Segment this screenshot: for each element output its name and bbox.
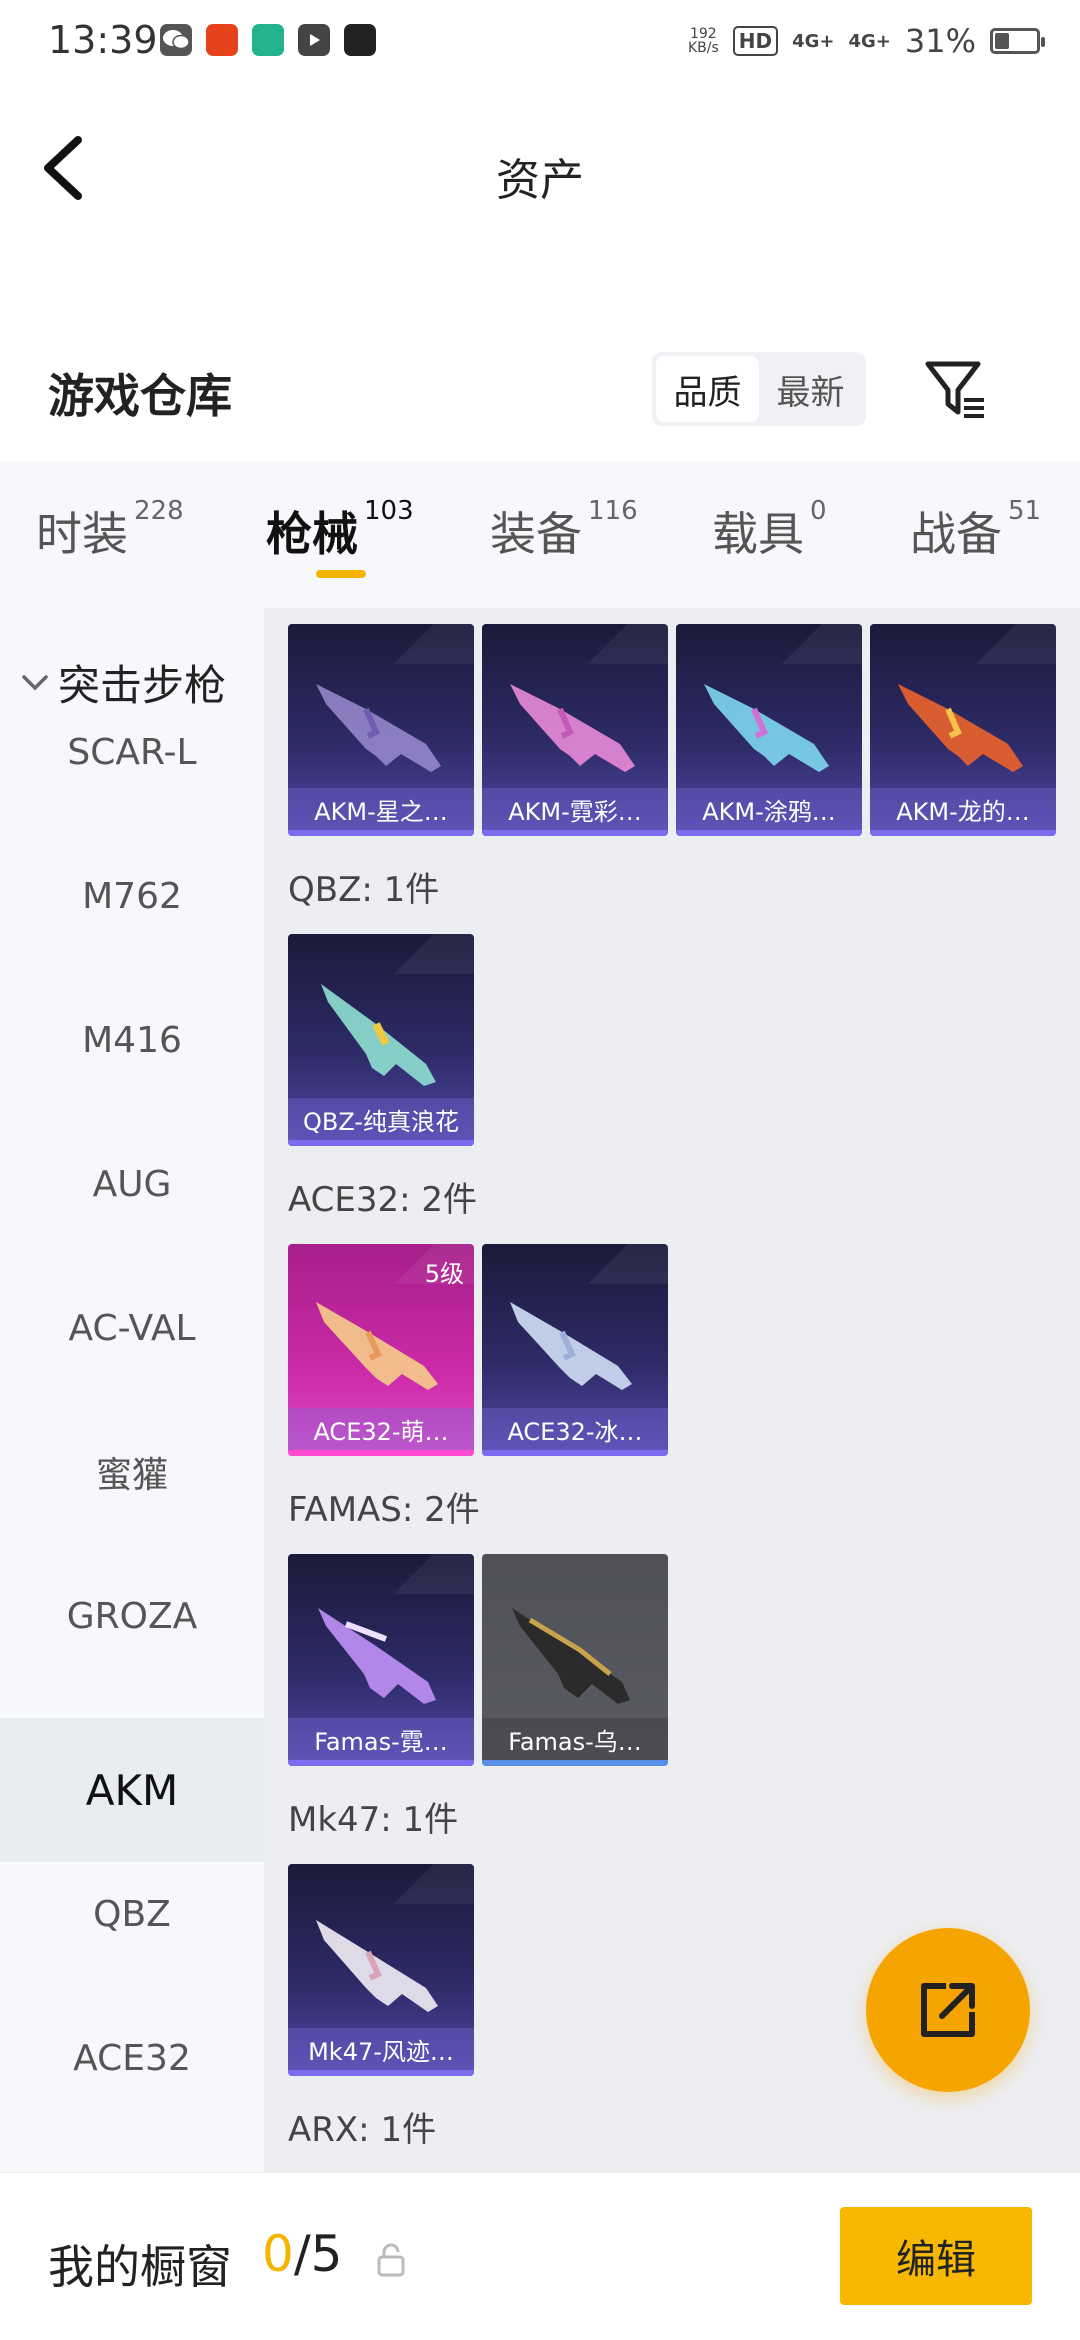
tab-equipment[interactable]: 装备 116 xyxy=(490,496,638,564)
tab-label: 载具 xyxy=(712,507,804,561)
tab-count: 0 xyxy=(810,496,827,526)
side-item-akm[interactable]: AKM xyxy=(0,1718,264,1862)
skin-card[interactable]: ACE32-冰… xyxy=(482,1244,668,1456)
tab-vehicles[interactable]: 载具 0 xyxy=(712,496,827,564)
tab-fashion[interactable]: 时装 228 xyxy=(36,496,184,564)
net-speed-value: 192 xyxy=(689,26,717,42)
tab-firearms[interactable]: 枪械 103 xyxy=(266,496,414,564)
filter-icon xyxy=(925,361,984,418)
rifle-icon xyxy=(318,1608,436,1704)
warehouse-title: 游戏仓库 xyxy=(48,369,232,423)
app-header: 资产 xyxy=(0,84,1080,244)
group-label: ARX: 1件 xyxy=(288,2110,437,2150)
boss-zhipin-icon xyxy=(252,24,284,56)
group-label: FAMAS: 2件 xyxy=(288,1490,480,1530)
skin-name: Famas-乌… xyxy=(482,1718,668,1760)
side-item-qbz[interactable]: QBZ xyxy=(0,1842,264,1986)
side-item-ac-val[interactable]: AC-VAL xyxy=(0,1256,264,1400)
sort-toggle: 品质 最新 xyxy=(652,352,866,426)
category-tabs: 时装 228 枪械 103 装备 116 载具 0 战备 51 xyxy=(0,462,1080,608)
battery-percent: 31% xyxy=(904,22,976,60)
status-app-icons xyxy=(160,24,376,56)
sort-option-newest[interactable]: 最新 xyxy=(759,356,862,422)
tab-count: 51 xyxy=(1008,496,1042,526)
skin-card[interactable]: Mk47-风迹… xyxy=(288,1864,474,2076)
showcase-label: 我的橱窗 xyxy=(48,2240,232,2294)
skin-name: QBZ-纯真浪花 xyxy=(288,1098,474,1140)
skin-name: ACE32-冰… xyxy=(482,1408,668,1450)
battery-icon xyxy=(990,28,1045,54)
tab-count: 103 xyxy=(364,496,414,526)
tab-label: 枪械 xyxy=(266,507,358,561)
status-indicators: 192 KB/s HD 4G+ 4G+ 31% xyxy=(688,22,1045,60)
skin-card[interactable]: AKM-龙的… xyxy=(870,624,1056,836)
rifle-icon xyxy=(321,984,436,1086)
rifle-icon xyxy=(316,1920,438,2012)
weapon-type-list: 突击步枪 SCAR-L M762 M416 AUG AC-VAL 蜜獾 GROZ… xyxy=(0,608,264,2172)
group-label: QBZ: 1件 xyxy=(288,870,440,910)
side-item-groza[interactable]: GROZA xyxy=(0,1544,264,1688)
tab-label: 战备 xyxy=(910,507,1002,561)
skin-card[interactable]: Famas-霓… xyxy=(288,1554,474,1766)
skin-name: AKM-涂鸦… xyxy=(676,788,862,830)
video-icon xyxy=(298,24,330,56)
showcase-total: /5 xyxy=(293,2225,343,2283)
skin-card[interactable]: AKM-涂鸦… xyxy=(676,624,862,836)
side-item-aug[interactable]: AUG xyxy=(0,1112,264,1256)
edit-button[interactable]: 编辑 xyxy=(840,2207,1032,2305)
rifle-icon xyxy=(898,684,1023,772)
rifle-icon xyxy=(704,684,829,772)
tab-battle-gear[interactable]: 战备 51 xyxy=(910,496,1042,564)
net-speed-unit: KB/s xyxy=(687,40,719,56)
showcase-current: 0 xyxy=(262,2225,294,2283)
side-item-m416[interactable]: M416 xyxy=(0,968,264,1112)
signal-icon: 4G+ xyxy=(792,30,835,52)
signal-icon-2: 4G+ xyxy=(848,30,891,52)
skin-name: AKM-霓彩… xyxy=(482,788,668,830)
page-title: 资产 xyxy=(496,155,584,206)
rifle-icon xyxy=(510,1302,632,1390)
showcase-bar: 我的橱窗 0/5 编辑 xyxy=(0,2172,1080,2340)
net-speed: 192 KB/s xyxy=(688,27,719,55)
skin-name: Famas-霓… xyxy=(288,1718,474,1760)
skin-name: AKM-星之… xyxy=(288,788,474,830)
skin-card[interactable]: AKM-霓彩… xyxy=(482,624,668,836)
lock-icon xyxy=(377,2243,405,2277)
rifle-icon xyxy=(316,684,441,772)
rifle-icon xyxy=(510,684,635,772)
side-item-m762[interactable]: M762 xyxy=(0,824,264,968)
filter-button[interactable] xyxy=(924,358,988,422)
group-label: Mk47: 1件 xyxy=(288,1800,459,1840)
skin-card[interactable]: AKM-星之… xyxy=(288,624,474,836)
skin-card[interactable]: Famas-乌… xyxy=(482,1554,668,1766)
music-icon xyxy=(344,24,376,56)
warehouse-row: 游戏仓库 品质 最新 xyxy=(0,330,1080,450)
game-icon xyxy=(206,24,238,56)
group-label: ACE32: 2件 xyxy=(288,1180,478,1220)
status-time: 13:39 xyxy=(48,18,158,62)
tab-count: 116 xyxy=(588,496,638,526)
skin-name: ACE32-萌… xyxy=(288,1408,474,1450)
wechat-icon xyxy=(160,24,192,56)
tab-count: 228 xyxy=(134,496,184,526)
sort-option-quality[interactable]: 品质 xyxy=(656,356,759,422)
side-item-scar-l[interactable]: SCAR-L xyxy=(0,680,264,824)
showcase-count: 0/5 xyxy=(262,2225,342,2283)
tab-label: 装备 xyxy=(490,507,582,561)
share-button[interactable] xyxy=(866,1928,1030,2092)
rifle-icon xyxy=(512,1608,630,1704)
skin-name: Mk47-风迹… xyxy=(288,2028,474,2070)
hd-icon: HD xyxy=(732,26,779,56)
tab-label: 时装 xyxy=(36,507,128,561)
side-item-honey-badger[interactable]: 蜜獾 xyxy=(0,1400,264,1544)
rifle-icon xyxy=(316,1302,438,1390)
skin-card[interactable]: QBZ-纯真浪花 xyxy=(288,934,474,1146)
skin-card[interactable]: 5级 ACE32-萌… xyxy=(288,1244,474,1456)
active-tab-indicator xyxy=(316,570,366,578)
skin-name: AKM-龙的… xyxy=(870,788,1056,830)
status-bar: 13:39 192 KB/s HD 4G+ 4G+ 31% xyxy=(0,0,1080,84)
share-icon xyxy=(921,1983,975,2037)
side-item-ace32[interactable]: ACE32 xyxy=(0,1986,264,2130)
